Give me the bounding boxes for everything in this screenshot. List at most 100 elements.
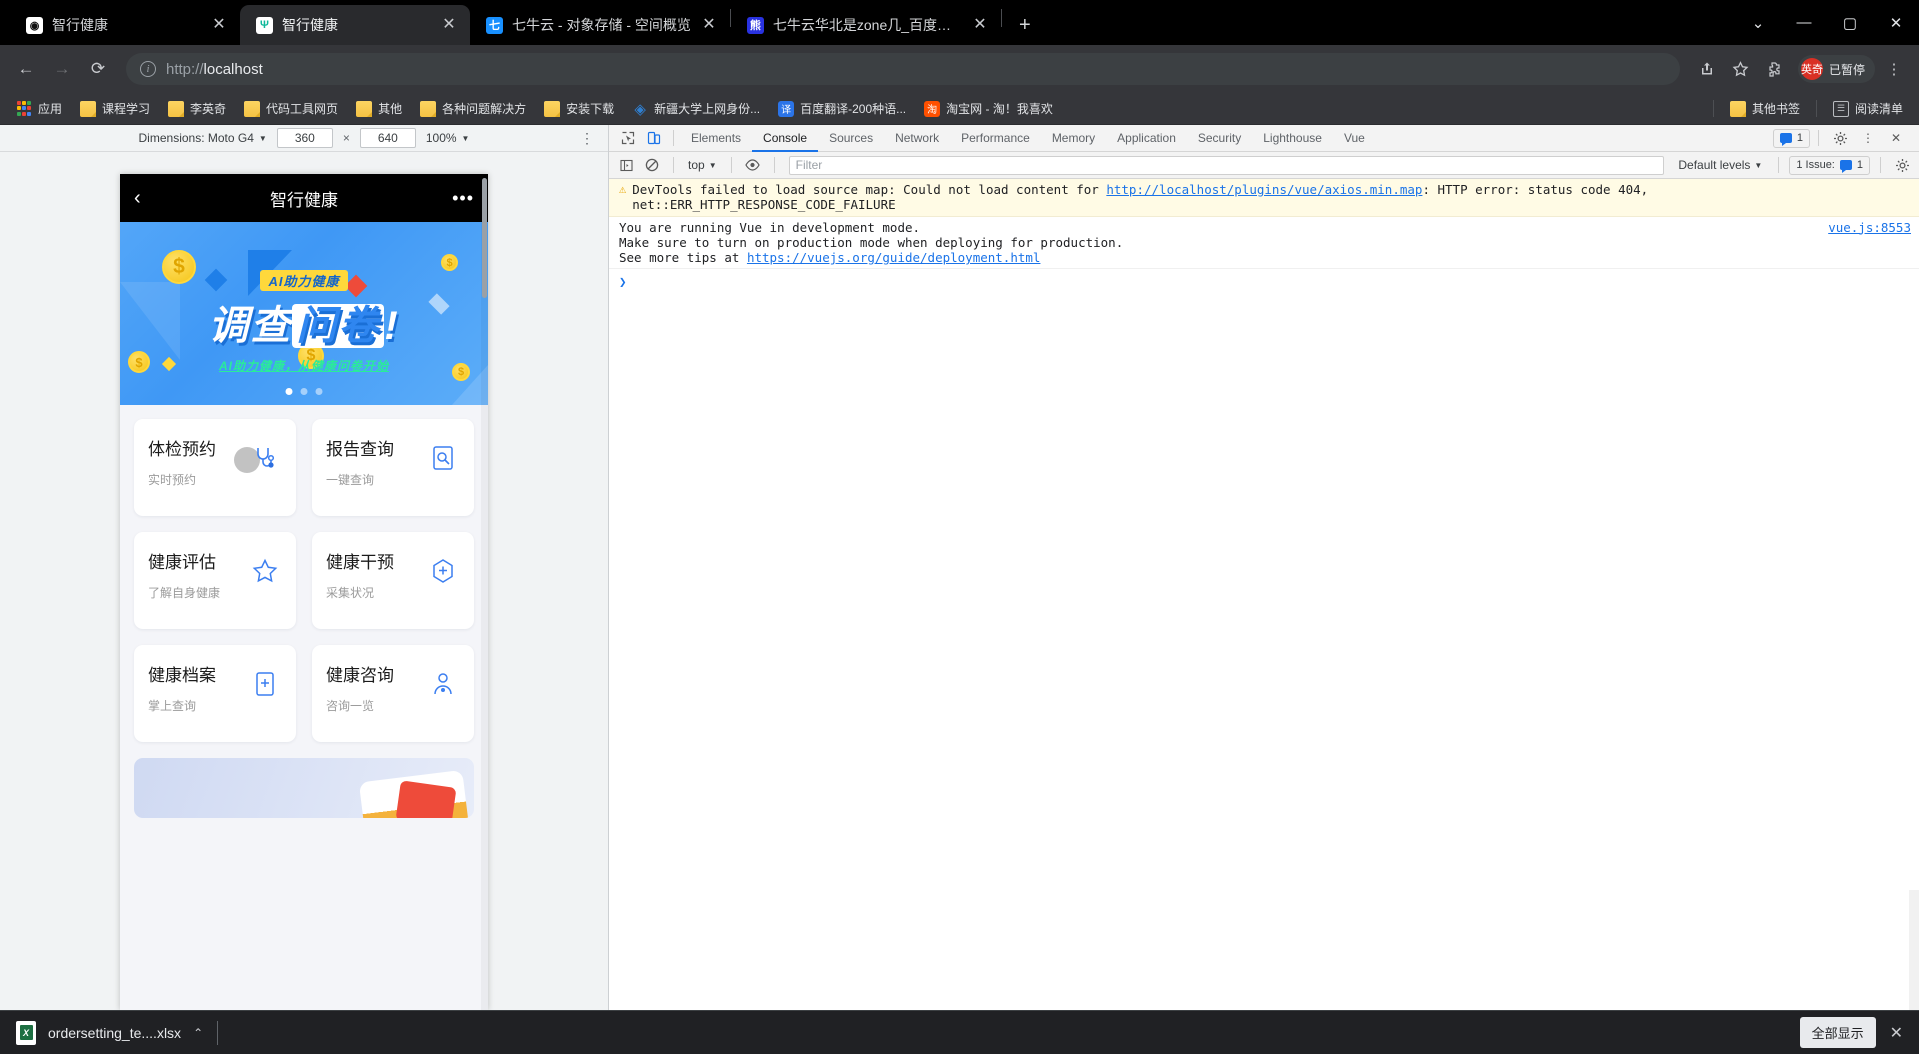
bookmarks-bar-right: 其他书签 ☰ 阅读清单: [1707, 96, 1911, 121]
close-downloads-bar-button[interactable]: ✕: [1890, 1023, 1903, 1043]
bookmark-folder-1[interactable]: 课程学习: [72, 96, 158, 121]
speech-bubble-icon: [1779, 133, 1792, 146]
tab-security[interactable]: Security: [1187, 125, 1252, 152]
bookmark-reading-list[interactable]: ☰ 阅读清单: [1825, 96, 1911, 121]
mobile-scrollbar[interactable]: [481, 174, 488, 1010]
bookmark-folder-5[interactable]: 各种问题解决方: [412, 96, 534, 121]
kebab-menu-icon[interactable]: ⋮: [1855, 126, 1881, 150]
profile-status-pill[interactable]: 英奇 已暂停: [1797, 55, 1875, 83]
tab-memory[interactable]: Memory: [1041, 125, 1106, 152]
bookmark-folder-4[interactable]: 其他: [348, 96, 410, 121]
browser-tab-3[interactable]: 七 七牛云 - 对象存储 - 空间概览 ✕: [470, 5, 730, 45]
reload-icon[interactable]: ⟳: [82, 53, 114, 85]
extension-puzzle-icon[interactable]: [1760, 54, 1790, 84]
console-output[interactable]: ⚠ DevTools failed to load source map: Co…: [609, 179, 1919, 1010]
chrome-menu-icon[interactable]: ⋮: [1879, 54, 1909, 84]
site-info-icon[interactable]: i: [140, 61, 156, 77]
carousel-dot-active[interactable]: [285, 388, 293, 395]
carousel-dot[interactable]: [315, 388, 323, 395]
console-context-select[interactable]: top ▼: [684, 158, 721, 172]
forward-icon[interactable]: →: [46, 53, 78, 85]
device-zoom-select[interactable]: 100% ▼: [426, 131, 470, 145]
bookmark-folder-2[interactable]: 李英奇: [160, 96, 234, 121]
console-prompt[interactable]: ❯: [609, 269, 1919, 294]
tab-close-button[interactable]: ✕: [971, 16, 989, 34]
minimize-button[interactable]: —: [1781, 0, 1827, 45]
card-health-assessment[interactable]: 健康评估 了解自身健康: [134, 532, 296, 629]
card-health-records[interactable]: 健康档案 掌上查询: [134, 645, 296, 742]
vue-deployment-link[interactable]: https://vuejs.org/guide/deployment.html: [747, 250, 1041, 265]
bookmark-other-bookmarks[interactable]: 其他书签: [1722, 96, 1808, 121]
folder-icon: [356, 100, 373, 117]
download-item[interactable]: X ordersetting_te....xlsx ⌃: [16, 1020, 219, 1045]
chevron-left-icon[interactable]: ‹: [134, 187, 158, 210]
health-app-icon: ◉: [26, 16, 43, 34]
tab-close-button[interactable]: ✕: [700, 16, 718, 34]
card-health-intervention[interactable]: 健康干预 采集状况: [312, 532, 474, 629]
bookmark-apps[interactable]: 应用: [8, 96, 70, 121]
browser-tab-4[interactable]: 熊 七牛云华北是zone几_百度搜索 ✕: [731, 5, 1001, 45]
tab-performance[interactable]: Performance: [950, 125, 1041, 152]
console-message-info[interactable]: You are running Vue in development mode.…: [609, 217, 1919, 270]
close-window-button[interactable]: ✕: [1873, 0, 1919, 45]
device-dimensions-select[interactable]: Dimensions: Moto G4 ▼: [139, 131, 267, 145]
console-message-source[interactable]: vue.js:8553: [1828, 220, 1911, 266]
device-height-input[interactable]: [359, 128, 416, 148]
bookmark-baidu-translate[interactable]: 译 百度翻译-200种语...: [770, 96, 914, 121]
folder-icon: [420, 100, 437, 117]
card-physical-exam-booking[interactable]: 体检预约 实时预约: [134, 419, 296, 516]
source-map-link[interactable]: http://localhost/plugins/vue/axios.min.m…: [1106, 182, 1422, 197]
tab-close-button[interactable]: ✕: [210, 16, 228, 34]
card-report-query[interactable]: 报告查询 一键查询: [312, 419, 474, 516]
live-expression-icon[interactable]: [742, 155, 764, 175]
bookmark-star-icon[interactable]: [1726, 54, 1756, 84]
close-icon[interactable]: ✕: [1883, 126, 1909, 150]
bookmark-folder-6[interactable]: 安装下载: [536, 96, 622, 121]
gear-icon[interactable]: [1827, 126, 1853, 150]
bookmark-taobao[interactable]: 淘 淘宝网 - 淘！我喜欢: [916, 96, 1061, 121]
tab-close-button[interactable]: ✕: [440, 16, 458, 34]
ellipsis-icon[interactable]: •••: [450, 188, 474, 209]
tab-sources[interactable]: Sources: [818, 125, 884, 152]
show-all-downloads-button[interactable]: 全部显示: [1799, 1017, 1876, 1048]
bookmark-xinjiang-university[interactable]: ◈ 新疆大学上网身份...: [624, 96, 768, 121]
console-levels-select[interactable]: Default levels ▼: [1672, 158, 1768, 172]
share-icon[interactable]: [1692, 54, 1722, 84]
kebab-menu-icon[interactable]: ⋮: [580, 130, 594, 147]
issues-chip[interactable]: 1 Issue: 1: [1789, 155, 1870, 175]
promo-card-bottom[interactable]: [134, 758, 474, 818]
device-width-input[interactable]: [276, 128, 333, 148]
bookmark-folder-3[interactable]: 代码工具网页: [236, 96, 346, 121]
tab-network[interactable]: Network: [884, 125, 950, 152]
tab-search-icon[interactable]: ⌄: [1735, 0, 1781, 45]
message-part-1: DevTools failed to load source map: Coul…: [632, 182, 1107, 197]
maximize-button[interactable]: ▢: [1827, 0, 1873, 45]
chevron-up-icon[interactable]: ⌃: [193, 1026, 203, 1040]
address-bar[interactable]: i http://localhost: [126, 53, 1680, 85]
console-filter-input[interactable]: [788, 155, 1665, 175]
back-icon[interactable]: ←: [10, 53, 42, 85]
gear-icon[interactable]: [1891, 155, 1913, 175]
console-message-warning[interactable]: ⚠ DevTools failed to load source map: Co…: [609, 179, 1919, 217]
inspect-element-icon[interactable]: [615, 126, 641, 150]
tab-elements[interactable]: Elements: [680, 125, 752, 152]
tab-application[interactable]: Application: [1106, 125, 1187, 152]
browser-tab-2-active[interactable]: Ψ 智行健康 ✕: [240, 5, 470, 45]
bookmark-label: 其他书签: [1751, 102, 1800, 116]
clear-console-icon[interactable]: [641, 155, 663, 175]
tab-lighthouse[interactable]: Lighthouse: [1252, 125, 1333, 152]
carousel-dots[interactable]: [285, 388, 323, 395]
device-toolbar-icon[interactable]: [641, 126, 667, 150]
card-subtitle: 实时预约: [148, 473, 197, 487]
carousel-dot[interactable]: [300, 388, 308, 395]
mobile-scrollbar-thumb[interactable]: [482, 178, 487, 298]
tab-vue[interactable]: Vue: [1333, 125, 1376, 152]
new-tab-button[interactable]: +: [1010, 10, 1040, 40]
messages-chip[interactable]: 1: [1772, 128, 1810, 148]
tab-console[interactable]: Console: [752, 125, 818, 152]
browser-tab-1[interactable]: ◉ 智行健康 ✕: [10, 5, 240, 45]
promo-banner[interactable]: $ $ $ $ $ AI助力健康 调查 问卷! AI助力健康，从健康问卷开始: [120, 222, 488, 405]
card-health-consultation[interactable]: 健康咨询 咨询一览: [312, 645, 474, 742]
console-sidebar-icon[interactable]: [615, 155, 637, 175]
console-scrollbar[interactable]: [1909, 890, 1919, 1010]
